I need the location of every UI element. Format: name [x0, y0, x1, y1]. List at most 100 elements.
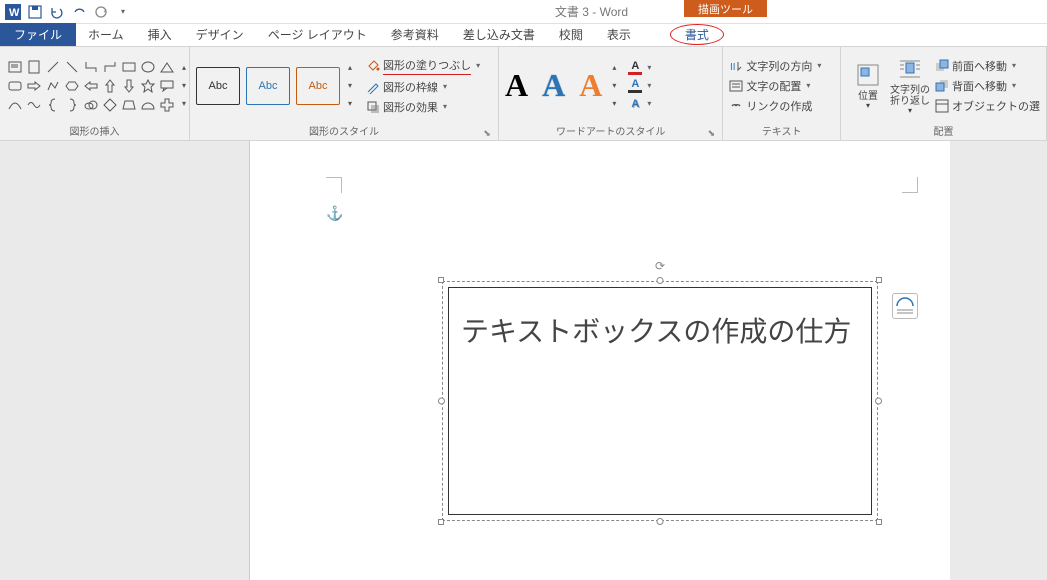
shape-freeform-icon[interactable] [44, 77, 62, 95]
textbox-selection[interactable]: ⟳ テキストボックスの作成の仕方 [442, 281, 878, 521]
tab-home[interactable]: ホーム [76, 23, 136, 46]
resize-handle-e[interactable] [875, 398, 882, 405]
tab-view[interactable]: 表示 [595, 23, 643, 46]
shape-star-icon[interactable] [139, 77, 157, 95]
bring-forward-button[interactable]: 前面へ移動▾ [935, 58, 1040, 74]
style-preset-2[interactable]: Abc [246, 67, 290, 105]
selection-pane-button[interactable]: オブジェクトの選 [935, 98, 1040, 114]
undo-icon[interactable] [48, 3, 66, 21]
text-fill-button[interactable]: A▾ [628, 61, 651, 75]
contextual-tab-drawing: 描画ツール [684, 0, 767, 17]
shape-arrow-d-icon[interactable] [120, 77, 138, 95]
shape-cloud-icon[interactable] [82, 96, 100, 114]
position-button[interactable]: 位置▾ [847, 54, 889, 118]
shape-scribble-icon[interactable] [25, 96, 43, 114]
shape-callout-icon[interactable] [158, 77, 176, 95]
word-app-icon[interactable]: W [4, 3, 22, 21]
shape-style-gallery[interactable]: Abc Abc Abc [196, 67, 340, 105]
dialog-launcher-icon[interactable]: ⬊ [482, 128, 492, 138]
wrap-text-button[interactable]: 文字列の 折り返し▾ [889, 54, 931, 118]
shape-semi-icon[interactable] [139, 96, 157, 114]
shape-arrow-u-icon[interactable] [101, 77, 119, 95]
qat-customize-icon[interactable]: ▾ [114, 3, 132, 21]
create-link-button[interactable]: リンクの作成 [729, 98, 821, 114]
shape-trap-icon[interactable] [120, 96, 138, 114]
shape-connector2-icon[interactable] [101, 58, 119, 76]
tab-layout[interactable]: ページ レイアウト [256, 23, 379, 46]
rotate-handle-icon[interactable]: ⟳ [655, 259, 665, 273]
tab-format[interactable]: 書式 [673, 23, 721, 46]
text-align-button[interactable]: 文字の配置▾ [729, 78, 821, 94]
redo-icon[interactable] [70, 3, 88, 21]
layout-options-button[interactable] [892, 293, 918, 319]
shape-rect-icon[interactable] [120, 58, 138, 76]
shape-fill-button[interactable]: 図形の塗りつぶし▾ [366, 57, 480, 75]
tab-design[interactable]: デザイン [184, 23, 256, 46]
shape-arrow-r-icon[interactable] [25, 77, 43, 95]
tab-insert[interactable]: 挿入 [136, 23, 184, 46]
scroll-up-icon[interactable]: ▴ [178, 59, 190, 77]
margin-corner-icon [902, 177, 918, 193]
resize-handle-sw[interactable] [438, 519, 444, 525]
tab-mailings[interactable]: 差し込み文書 [451, 23, 547, 46]
wordart-preset-1[interactable]: A [505, 67, 528, 104]
send-backward-button[interactable]: 背面へ移動▾ [935, 78, 1040, 94]
scroll-down-icon[interactable]: ▾ [608, 77, 620, 95]
shape-connector-icon[interactable] [82, 58, 100, 76]
wordart-gallery-scroll[interactable]: ▴ ▾ ▾ [608, 59, 620, 113]
wordart-preset-2[interactable]: A [542, 67, 565, 104]
scroll-up-icon[interactable]: ▴ [344, 59, 356, 77]
dialog-launcher-icon[interactable]: ⬊ [706, 128, 716, 138]
style-preset-1[interactable]: Abc [196, 67, 240, 105]
shapes-gallery-scroll[interactable]: ▴ ▾ ▾ [178, 59, 190, 113]
style-gallery-scroll[interactable]: ▴ ▾ ▾ [344, 59, 356, 113]
resize-handle-ne[interactable] [876, 277, 882, 283]
shape-textbox-vert-icon[interactable] [25, 58, 43, 76]
shape-cross-icon[interactable] [158, 96, 176, 114]
text-outline-button[interactable]: A▾ [628, 79, 651, 93]
shape-textbox-icon[interactable] [6, 58, 24, 76]
shape-diamond-icon[interactable] [101, 96, 119, 114]
shape-outline-button[interactable]: 図形の枠線▾ [366, 79, 480, 95]
scroll-more-icon[interactable]: ▾ [344, 95, 356, 113]
shape-arrow-l-icon[interactable] [82, 77, 100, 95]
shape-line-icon[interactable] [44, 58, 62, 76]
style-preset-3[interactable]: Abc [296, 67, 340, 105]
tab-review[interactable]: 校閲 [547, 23, 595, 46]
tab-file[interactable]: ファイル [0, 23, 76, 46]
repeat-icon[interactable] [92, 3, 110, 21]
text-direction-button[interactable]: II文字列の方向▾ [729, 58, 821, 74]
wordart-preset-3[interactable]: A [579, 67, 602, 104]
tab-references[interactable]: 参考資料 [379, 23, 451, 46]
scroll-up-icon[interactable]: ▴ [608, 59, 620, 77]
shape-brace-r-icon[interactable] [63, 96, 81, 114]
wordart-gallery[interactable]: A A A [505, 67, 602, 104]
shape-hex-icon[interactable] [63, 77, 81, 95]
resize-handle-n[interactable] [657, 277, 664, 284]
svg-text:W: W [9, 7, 20, 19]
shape-curve-icon[interactable] [6, 96, 24, 114]
shapes-gallery[interactable] [6, 58, 176, 114]
text-effects-button[interactable]: A▾ [628, 97, 651, 111]
scroll-more-icon[interactable]: ▾ [178, 95, 190, 113]
scroll-more-icon[interactable]: ▾ [608, 95, 620, 113]
resize-handle-se[interactable] [876, 519, 882, 525]
group-label: 配置 [847, 121, 1040, 140]
resize-handle-w[interactable] [438, 398, 445, 405]
shape-line2-icon[interactable] [63, 58, 81, 76]
shape-triangle-icon[interactable] [158, 58, 176, 76]
shape-effects-button[interactable]: 図形の効果▾ [366, 99, 480, 115]
shape-roundrect-icon[interactable] [6, 77, 24, 95]
scroll-down-icon[interactable]: ▾ [344, 77, 356, 95]
anchor-icon[interactable]: ⚓ [326, 205, 343, 222]
scroll-down-icon[interactable]: ▾ [178, 77, 190, 95]
textbox-content[interactable]: テキストボックスの作成の仕方 [448, 287, 872, 515]
shape-oval-icon[interactable] [139, 58, 157, 76]
resize-handle-s[interactable] [657, 518, 664, 525]
shape-brace-l-icon[interactable] [44, 96, 62, 114]
document-page[interactable]: ⚓ ⟳ テキストボックスの作成の仕方 [250, 141, 950, 580]
resize-handle-nw[interactable] [438, 277, 444, 283]
title-bar: W ▾ 文書 3 - Word 描画ツール [0, 0, 1047, 24]
save-icon[interactable] [26, 3, 44, 21]
group-label: 図形の挿入 [6, 121, 183, 140]
